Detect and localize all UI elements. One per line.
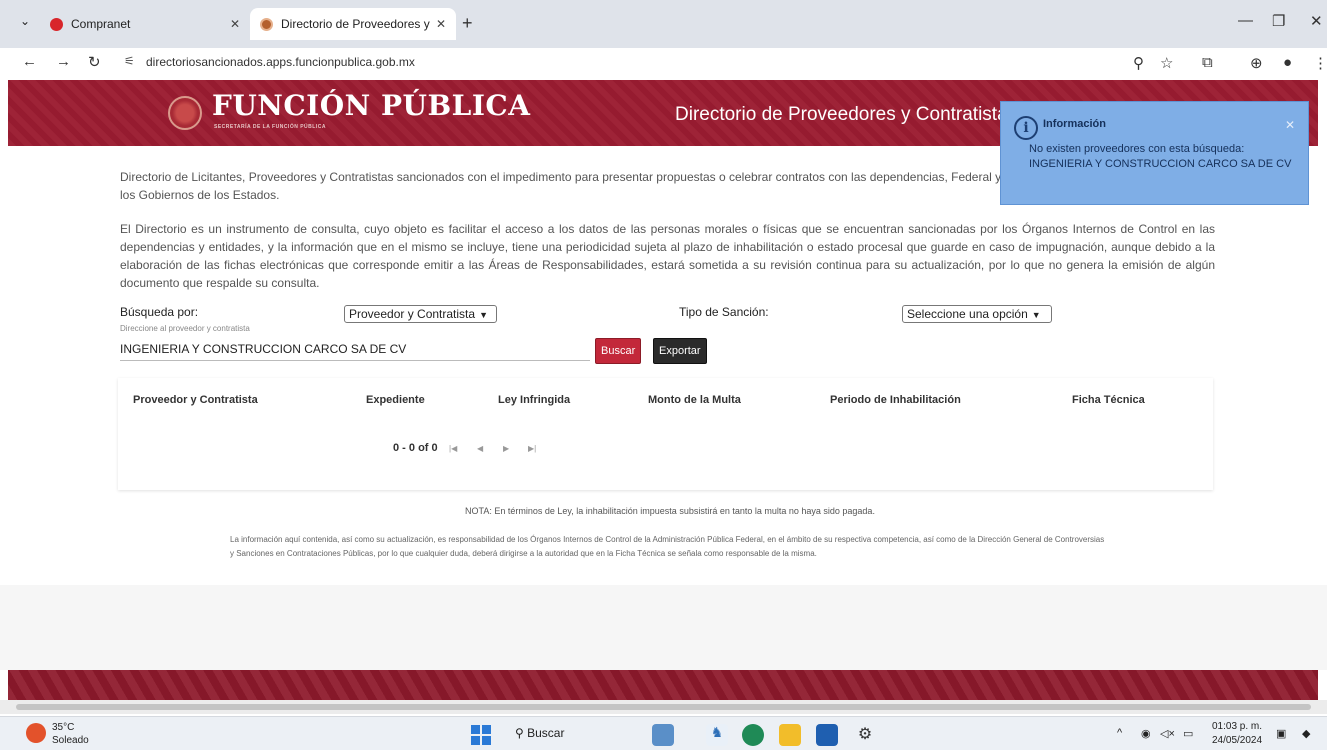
chevron-up-icon[interactable]: ^ [1117,727,1122,739]
logo-subtitle: SECRETARÍA DE LA FUNCIÓN PÚBLICA [214,124,326,130]
restore-icon[interactable]: ❐ [1272,12,1285,30]
close-icon[interactable]: ✕ [436,17,446,31]
chrome-icon[interactable] [742,724,764,746]
tab-title: Directorio de Proveedores y C· [281,17,430,31]
scrollbar-thumb[interactable] [16,704,1311,710]
column-header-proveedor[interactable]: Proveedor y Contratista [133,394,258,406]
new-tab-icon[interactable]: + [462,14,473,32]
intro-paragraph: Directorio de Licitantes, Proveedores y … [120,170,1018,202]
word-icon[interactable] [816,724,838,746]
compranet-favicon-icon [50,17,63,31]
sanction-type-value: Seleccione una opción [907,307,1028,321]
toast-message: No existen proveedores con esta búsqueda… [1029,143,1292,170]
extensions-icon[interactable]: ⧉ [1202,54,1213,71]
settings-gear-icon[interactable]: ⚙ [854,724,876,746]
taskbar-search-label: Buscar [527,726,565,740]
sanction-type-label: Tipo de Sanción: [679,305,769,319]
government-seal-icon [168,96,202,130]
chevron-down-icon: ▼ [1031,310,1041,320]
column-header-monto[interactable]: Monto de la Multa [648,394,741,406]
window-close-icon[interactable]: ✕ [1310,12,1323,30]
zoom-icon[interactable]: ⚲ [1133,54,1144,72]
column-header-ficha[interactable]: Ficha Técnica [1072,394,1145,406]
footer-disclaimer: La información aquí contenida, así como … [230,535,1105,558]
tab-search-icon[interactable]: ⌄ [20,14,30,28]
description-paragraph: El Directorio es un instrumento de consu… [120,222,1215,290]
column-header-expediente[interactable]: Expediente [366,394,425,406]
chevron-down-icon: ▼ [479,310,488,320]
copilot-icon[interactable]: ◆ [1302,727,1310,740]
export-button[interactable]: Exportar [653,338,707,364]
tab-directorio[interactable]: Directorio de Proveedores y C· ✕ [250,8,456,40]
site-favicon-icon [260,17,273,31]
browser-toolbar: ← → ↻ ⚟ directoriosancionados.apps.funci… [0,48,1327,78]
address-bar[interactable]: directoriosancionados.apps.funcionpublic… [146,55,415,69]
horizontal-scrollbar[interactable] [0,700,1327,714]
taskbar-search[interactable]: ⚲ Buscar [515,726,564,740]
file-explorer-icon[interactable] [779,724,801,746]
clock-date[interactable]: 24/05/2024 [1212,735,1262,746]
search-icon: ⚲ [515,726,528,740]
weather-icon[interactable] [26,723,46,743]
browser-tab-strip: ⌄ Compranet ✕ Directorio de Proveedores … [0,0,1327,48]
app-icon[interactable]: ♞ [706,724,728,746]
next-page-icon[interactable]: ▶ [503,444,509,453]
footer-band [8,670,1318,700]
footer-note: NOTA: En términos de Ley, la inhabilitac… [465,506,875,516]
search-by-select[interactable]: Proveedor y Contratista ▼ [344,305,497,323]
profile-icon[interactable]: ● [1283,54,1292,71]
reload-icon[interactable]: ↻ [88,53,101,71]
search-input-label: Direccione al proveedor y contratista [120,324,250,333]
tab-title: Compranet [71,17,131,31]
bookmark-star-icon[interactable]: ☆ [1160,54,1173,72]
site-settings-icon[interactable]: ⚟ [124,54,135,68]
menu-icon[interactable]: ⋮ [1313,54,1327,72]
first-page-icon[interactable]: |◀ [449,444,457,453]
taskbar: 35°C Soleado ⚲ Buscar ♞ ⚙ ^ ◉ ◁× ▭ 01:03… [0,716,1327,750]
previous-page-icon[interactable]: ◀ [477,444,483,453]
logo-title[interactable]: FUNCIÓN PÚBLICA [212,89,530,122]
clock-time[interactable]: 01:03 p. m. [1212,721,1262,732]
last-page-icon[interactable]: ▶| [528,444,536,453]
minimize-icon[interactable]: — [1238,12,1253,29]
footer-background [0,585,1327,670]
battery-icon[interactable]: ▭ [1183,727,1193,740]
close-icon[interactable]: ✕ [1285,118,1295,132]
wifi-icon[interactable]: ◉ [1141,727,1151,740]
column-header-periodo[interactable]: Periodo de Inhabilitación [830,394,961,406]
results-table: Proveedor y Contratista Expediente Ley I… [118,378,1213,490]
info-toast: i Información ✕ No existen proveedores c… [1000,101,1309,205]
page-title: Directorio de Proveedores y Contratistas [675,104,1018,125]
search-input[interactable]: INGENIERIA Y CONSTRUCCION CARCO SA DE CV [120,342,590,361]
toast-title: Información [1043,118,1106,130]
forward-icon[interactable]: → [56,53,71,70]
weather-condition[interactable]: Soleado [52,735,89,746]
search-by-label: Búsqueda por: [120,305,199,319]
close-icon[interactable]: ✕ [230,17,240,31]
pagination-range: 0 - 0 of 0 [393,442,438,454]
windows-start-icon[interactable] [471,725,491,745]
notification-icon[interactable]: ▣ [1276,727,1286,740]
info-icon: i [1014,116,1038,140]
search-by-value: Proveedor y Contratista [349,307,476,321]
photo-app-icon[interactable] [652,724,674,746]
download-icon[interactable]: ⊕ [1250,54,1263,72]
column-header-ley[interactable]: Ley Infringida [498,394,570,406]
sanction-type-select[interactable]: Seleccione una opción ▼ [902,305,1052,323]
weather-temperature[interactable]: 35°C [52,722,74,733]
tab-compranet[interactable]: Compranet ✕ [40,8,250,40]
volume-icon[interactable]: ◁× [1160,727,1175,740]
back-icon[interactable]: ← [22,53,37,70]
search-button[interactable]: Buscar [595,338,642,364]
